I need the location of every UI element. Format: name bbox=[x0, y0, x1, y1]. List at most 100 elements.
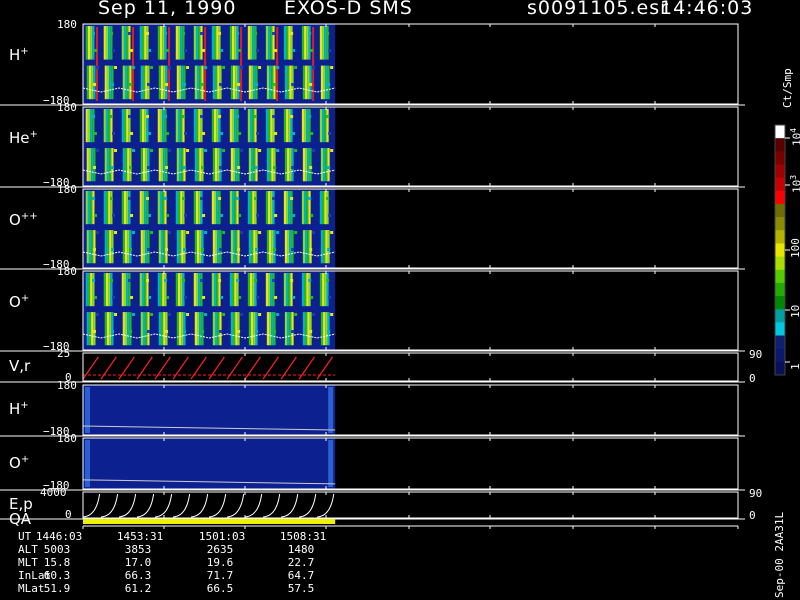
spectral-band bbox=[195, 273, 199, 307]
spectral-band bbox=[320, 312, 324, 346]
scatter-pixel bbox=[237, 248, 241, 251]
spectral-band bbox=[234, 191, 237, 225]
spectral-band bbox=[160, 65, 164, 100]
spectral-band bbox=[129, 148, 132, 182]
spectral-band bbox=[283, 191, 287, 225]
scatter-pixel bbox=[292, 49, 296, 52]
scatter-pixel bbox=[114, 149, 118, 152]
scatter-pixel bbox=[292, 296, 296, 299]
spectral-band bbox=[127, 148, 130, 182]
scatter-pixel bbox=[202, 214, 206, 217]
spectral-band bbox=[237, 65, 240, 100]
colorbar-tick-label: 1 bbox=[789, 363, 800, 370]
spectral-band bbox=[129, 65, 132, 100]
scatter-pixel bbox=[166, 49, 170, 52]
spectral-band bbox=[284, 148, 288, 182]
scatter-pixel bbox=[237, 166, 241, 169]
scatter-pixel bbox=[258, 231, 262, 234]
scatter-pixel bbox=[150, 231, 154, 234]
spectral-band bbox=[301, 26, 305, 60]
spectral-band bbox=[266, 230, 270, 264]
colorbar-segment bbox=[775, 203, 785, 218]
spectral-band bbox=[219, 65, 222, 100]
spectral-band bbox=[147, 148, 150, 182]
spectral-band bbox=[272, 26, 275, 60]
scatter-pixel bbox=[204, 313, 208, 316]
spectral-band bbox=[144, 109, 147, 143]
scatter-pixel bbox=[274, 214, 278, 217]
scatter-pixel bbox=[330, 66, 334, 69]
spectral-band bbox=[288, 273, 291, 307]
spectral-band bbox=[95, 27, 98, 101]
scatter-pixel bbox=[328, 296, 332, 299]
spectral-band bbox=[165, 230, 168, 264]
spectral-band bbox=[196, 65, 200, 100]
scatter-pixel bbox=[164, 32, 168, 35]
scatter-pixel bbox=[111, 83, 115, 86]
scatter-pixel bbox=[128, 279, 132, 282]
spectral-band bbox=[106, 312, 110, 346]
spectral-band bbox=[162, 273, 165, 307]
spectral-band bbox=[252, 191, 255, 225]
spectral-band bbox=[265, 273, 269, 307]
spectral-band bbox=[254, 273, 257, 307]
spectral-band bbox=[122, 65, 125, 100]
scatter-pixel bbox=[130, 296, 134, 299]
scatter-pixel bbox=[93, 166, 97, 169]
spectral-band bbox=[216, 26, 219, 60]
spectral-band bbox=[302, 230, 306, 264]
spectral-band bbox=[182, 109, 185, 143]
scatter-pixel bbox=[258, 66, 262, 69]
scatter-pixel bbox=[129, 248, 133, 251]
spectral-band bbox=[88, 148, 92, 182]
spectral-band bbox=[198, 273, 201, 307]
spectral-band bbox=[212, 65, 215, 100]
scatter-pixel bbox=[312, 313, 316, 316]
spectral-band bbox=[217, 312, 220, 346]
scatter-pixel bbox=[168, 231, 172, 234]
spectral-band bbox=[86, 65, 89, 100]
scatter-pixel bbox=[222, 313, 226, 316]
spectral-band bbox=[201, 148, 204, 182]
spectral-band bbox=[217, 65, 220, 100]
spectral-band bbox=[290, 191, 293, 225]
scatter-pixel bbox=[202, 49, 206, 52]
spectral-band bbox=[289, 65, 292, 100]
footer-label: UT bbox=[18, 530, 32, 543]
spectral-band bbox=[163, 312, 166, 346]
spectral-band bbox=[105, 191, 109, 225]
footer-label: MLT bbox=[18, 556, 38, 569]
spectral-band bbox=[181, 312, 184, 346]
footer-value: 17.0 bbox=[124, 556, 152, 569]
footer-value: 71.7 bbox=[206, 569, 234, 582]
spectral-band bbox=[235, 312, 238, 346]
scatter-pixel bbox=[272, 115, 276, 118]
spectral-band bbox=[322, 109, 325, 143]
spectral-band bbox=[123, 26, 127, 60]
colorbar-tick-label: 103 bbox=[789, 174, 800, 193]
spectral-band bbox=[177, 273, 181, 307]
spectral-band bbox=[165, 65, 168, 100]
spectral-band bbox=[104, 65, 107, 100]
scatter-pixel bbox=[218, 32, 222, 35]
scatter-pixel bbox=[240, 313, 244, 316]
scatter-pixel bbox=[201, 83, 205, 86]
spectral-band bbox=[320, 148, 324, 182]
scatter-pixel bbox=[165, 330, 169, 333]
scatter-pixel bbox=[308, 32, 312, 35]
spectral-band bbox=[232, 26, 235, 60]
spectral-band bbox=[108, 26, 111, 60]
scatter-pixel bbox=[184, 132, 188, 135]
spectral-band bbox=[251, 148, 254, 182]
spectral-band bbox=[291, 230, 294, 264]
spectral-band bbox=[111, 148, 114, 182]
colorbar-segment bbox=[775, 296, 785, 310]
spectral-band bbox=[142, 65, 146, 100]
spectral-band bbox=[180, 109, 183, 143]
spectral-band bbox=[128, 191, 131, 225]
spectral-band bbox=[131, 27, 134, 101]
spectral-band bbox=[110, 273, 113, 307]
spectral-band bbox=[213, 273, 217, 307]
spectral-band bbox=[268, 26, 271, 60]
spectral-band bbox=[271, 312, 274, 346]
